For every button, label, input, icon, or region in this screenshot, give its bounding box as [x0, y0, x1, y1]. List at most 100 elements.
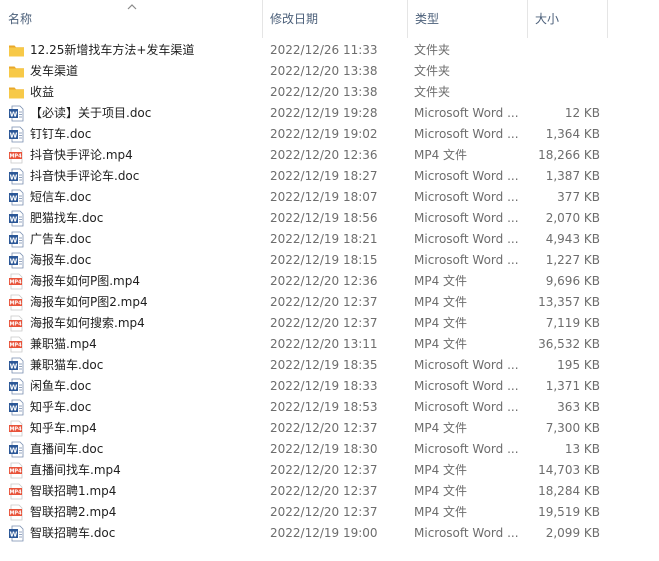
file-row[interactable]: W 闲鱼车.doc 2022/12/19 18:33 Microsoft Word .…: [0, 376, 620, 397]
file-name: 兼职猫.mp4: [30, 337, 97, 351]
file-modified-date: 2022/12/20 12:37: [270, 421, 378, 435]
file-modified-date: 2022/12/19 18:27: [270, 169, 378, 183]
file-row[interactable]: MP4 智联招聘1.mp4 2022/12/20 12:37 MP4 文件 18,284…: [0, 481, 620, 502]
word-doc-icon: W: [8, 357, 25, 374]
file-row[interactable]: 12.25新增找车方法+发车渠道 2022/12/26 11:33 文件夹: [0, 40, 620, 61]
file-modified-date: 2022/12/19 18:56: [270, 211, 378, 225]
file-size: 12 KB: [564, 106, 600, 120]
file-row[interactable]: W 短信车.doc 2022/12/19 18:07 Microsoft Word .…: [0, 187, 620, 208]
file-modified-date: 2022/12/19 18:15: [270, 253, 378, 267]
word-doc-icon: W: [8, 126, 25, 143]
file-name: 广告车.doc: [30, 232, 92, 246]
file-row[interactable]: MP4 直播间找车.mp4 2022/12/20 12:37 MP4 文件 14,703…: [0, 460, 620, 481]
word-doc-icon: W: [8, 525, 25, 542]
file-row[interactable]: W 肥猫找车.doc 2022/12/19 18:56 Microsoft Word …: [0, 208, 620, 229]
file-row[interactable]: MP4 海报车如何搜索.mp4 2022/12/20 12:37 MP4 文件 7,11…: [0, 313, 620, 334]
svg-text:MP4: MP4: [9, 301, 22, 307]
file-size: 13,357 KB: [538, 295, 600, 309]
file-row[interactable]: 收益 2022/12/20 13:38 文件夹: [0, 82, 620, 103]
column-divider[interactable]: [607, 0, 608, 38]
mp4-file-icon: MP4: [8, 294, 25, 311]
file-name: 海报车如何P图2.mp4: [30, 295, 148, 309]
file-row[interactable]: MP4 海报车如何P图.mp4 2022/12/20 12:36 MP4 文件 9,69…: [0, 271, 620, 292]
column-header-bar: 名称 修改日期 类型 大小: [0, 0, 659, 38]
svg-text:W: W: [10, 383, 18, 391]
file-modified-date: 2022/12/20 13:11: [270, 337, 378, 351]
file-modified-date: 2022/12/20 12:37: [270, 463, 378, 477]
file-name: 短信车.doc: [30, 190, 92, 204]
file-row[interactable]: W 广告车.doc 2022/12/19 18:21 Microsoft Word .…: [0, 229, 620, 250]
mp4-file-icon: MP4: [8, 504, 25, 521]
file-modified-date: 2022/12/19 18:53: [270, 400, 378, 414]
file-size: 1,387 KB: [545, 169, 600, 183]
file-name: 闲鱼车.doc: [30, 379, 92, 393]
file-name: 海报车如何P图.mp4: [30, 274, 140, 288]
file-name: 12.25新增找车方法+发车渠道: [30, 43, 195, 57]
file-modified-date: 2022/12/19 18:35: [270, 358, 378, 372]
file-modified-date: 2022/12/20 12:37: [270, 484, 378, 498]
file-size: 195 KB: [557, 358, 600, 372]
column-header-size[interactable]: 大小: [527, 0, 607, 38]
file-row[interactable]: MP4 海报车如何P图2.mp4 2022/12/20 12:37 MP4 文件 13,…: [0, 292, 620, 313]
file-name: 知乎车.doc: [30, 400, 92, 414]
file-modified-date: 2022/12/19 18:33: [270, 379, 378, 393]
file-row[interactable]: 发车渠道 2022/12/20 13:38 文件夹: [0, 61, 620, 82]
file-size: 7,300 KB: [545, 421, 600, 435]
svg-text:W: W: [10, 404, 18, 412]
file-row[interactable]: W 智联招聘车.doc 2022/12/19 19:00 Microsoft Word…: [0, 523, 620, 544]
word-doc-icon: W: [8, 231, 25, 248]
svg-text:MP4: MP4: [9, 511, 22, 517]
file-modified-date: 2022/12/19 19:00: [270, 526, 378, 540]
mp4-file-icon: MP4: [8, 336, 25, 353]
file-row[interactable]: W 直播间车.doc 2022/12/19 18:30 Microsoft Word …: [0, 439, 620, 460]
file-size: 1,364 KB: [545, 127, 600, 141]
word-doc-icon: W: [8, 252, 25, 269]
file-modified-date: 2022/12/20 12:36: [270, 274, 378, 288]
file-row[interactable]: MP4 抖音快手评论.mp4 2022/12/20 12:36 MP4 文件 18,26…: [0, 145, 620, 166]
file-modified-date: 2022/12/20 13:38: [270, 85, 378, 99]
file-name: 知乎车.mp4: [30, 421, 97, 435]
file-row[interactable]: W 知乎车.doc 2022/12/19 18:53 Microsoft Word .…: [0, 397, 620, 418]
file-row[interactable]: W 抖音快手评论车.doc 2022/12/19 18:27 Microsoft Wo…: [0, 166, 620, 187]
file-name: 智联招聘1.mp4: [30, 484, 117, 498]
file-modified-date: 2022/12/19 18:30: [270, 442, 378, 456]
file-modified-date: 2022/12/20 12:37: [270, 505, 378, 519]
mp4-file-icon: MP4: [8, 462, 25, 479]
file-name: 智联招聘车.doc: [30, 526, 116, 540]
file-name: 兼职猫车.doc: [30, 358, 104, 372]
file-name: 【必读】关于项目.doc: [30, 106, 152, 120]
file-row[interactable]: W 兼职猫车.doc 2022/12/19 18:35 Microsoft Word …: [0, 355, 620, 376]
file-row[interactable]: W 【必读】关于项目.doc 2022/12/19 19:28 Microsoft W…: [0, 103, 620, 124]
file-name: 抖音快手评论车.doc: [30, 169, 140, 183]
file-size: 1,371 KB: [545, 379, 600, 393]
column-header-date[interactable]: 修改日期: [262, 0, 407, 38]
file-name: 钉钉车.doc: [30, 127, 92, 141]
file-size: 14,703 KB: [538, 463, 600, 477]
file-modified-date: 2022/12/20 12:37: [270, 295, 378, 309]
mp4-file-icon: MP4: [8, 273, 25, 290]
svg-text:MP4: MP4: [9, 154, 22, 160]
svg-text:MP4: MP4: [9, 343, 22, 349]
file-size: 7,119 KB: [545, 316, 600, 330]
file-name: 智联招聘2.mp4: [30, 505, 117, 519]
file-row[interactable]: MP4 兼职猫.mp4 2022/12/20 13:11 MP4 文件 36,532 K…: [0, 334, 620, 355]
file-row[interactable]: MP4 知乎车.mp4 2022/12/20 12:37 MP4 文件 7,300 KB: [0, 418, 620, 439]
file-modified-date: 2022/12/20 12:37: [270, 316, 378, 330]
file-name: 直播间车.doc: [30, 442, 104, 456]
svg-text:W: W: [10, 173, 18, 181]
word-doc-icon: W: [8, 378, 25, 395]
column-header-type[interactable]: 类型: [407, 0, 527, 38]
file-row[interactable]: MP4 智联招聘2.mp4 2022/12/20 12:37 MP4 文件 19,519…: [0, 502, 620, 523]
svg-text:W: W: [10, 215, 18, 223]
sort-ascending-icon: [127, 4, 137, 10]
file-size: 13 KB: [564, 442, 600, 456]
file-row[interactable]: W 钉钉车.doc 2022/12/19 19:02 Microsoft Word .…: [0, 124, 620, 145]
file-row[interactable]: W 海报车.doc 2022/12/19 18:15 Microsoft Word .…: [0, 250, 620, 271]
file-size: 2,070 KB: [545, 211, 600, 225]
svg-text:W: W: [10, 446, 18, 454]
file-modified-date: 2022/12/19 19:28: [270, 106, 378, 120]
svg-text:W: W: [10, 362, 18, 370]
file-size: 18,266 KB: [538, 148, 600, 162]
svg-text:W: W: [10, 530, 18, 538]
folder-icon: [8, 84, 25, 101]
